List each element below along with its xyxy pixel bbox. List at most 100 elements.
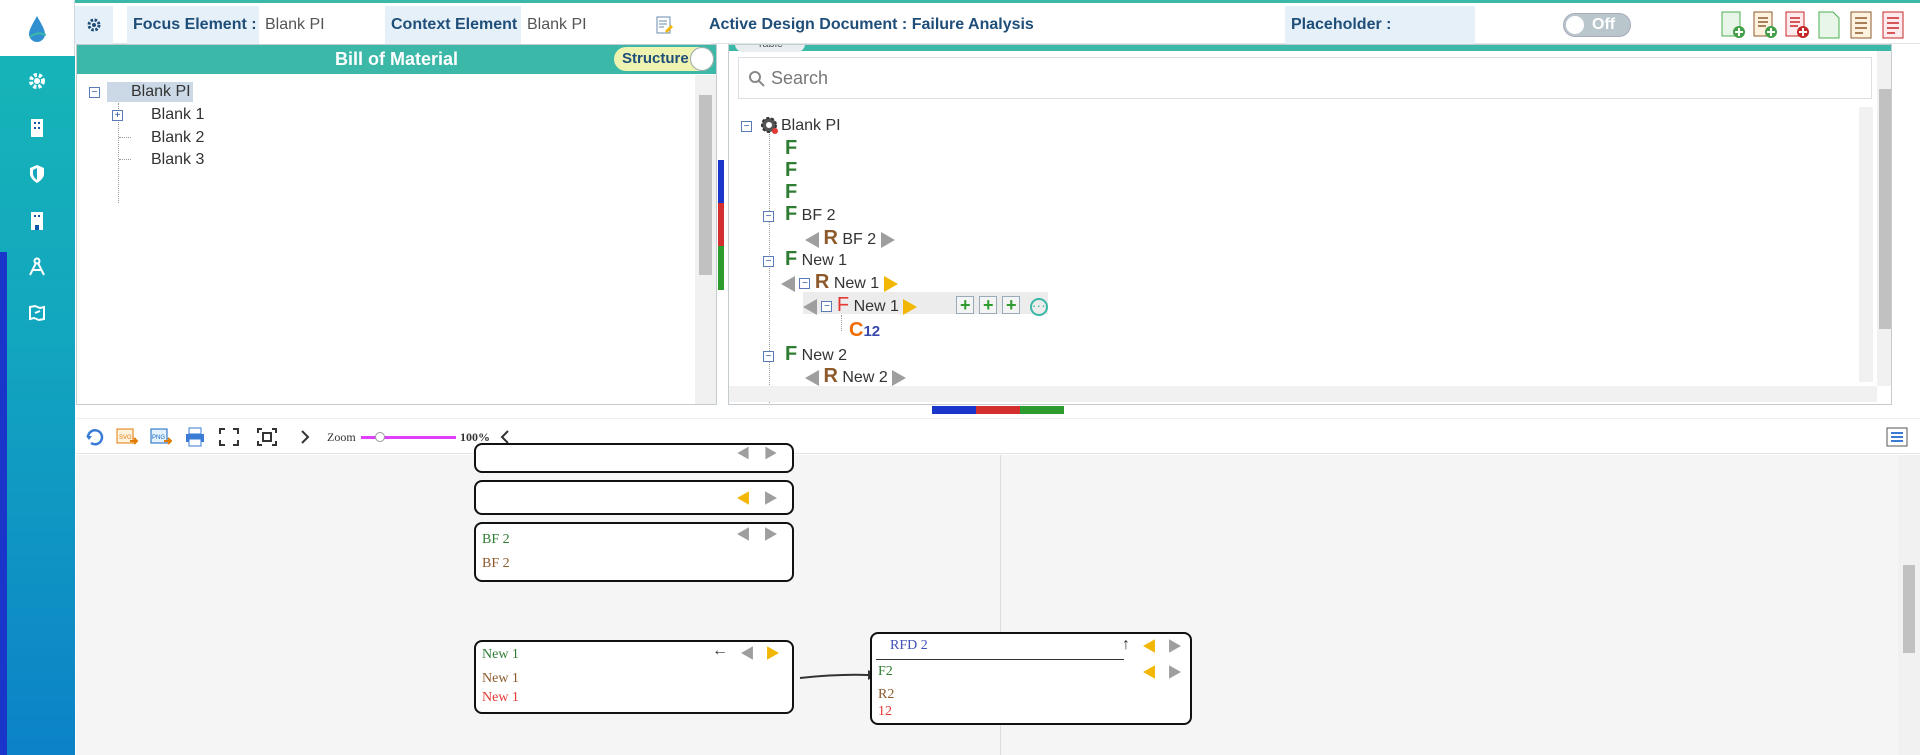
prev-arrow-icon[interactable]: [805, 231, 819, 248]
next-arrow-icon[interactable]: [892, 369, 907, 386]
fullscreen-icon[interactable]: [218, 427, 240, 447]
tree-scrollbar-thumb[interactable]: [1879, 89, 1891, 329]
requirement-row[interactable]: R New 2: [805, 365, 907, 388]
new1-collapse[interactable]: −: [763, 256, 774, 267]
checklist-icon[interactable]: [1848, 10, 1874, 40]
add-document-icon[interactable]: [1720, 10, 1746, 40]
bom-item[interactable]: Blank 3: [151, 151, 204, 169]
refresh-icon[interactable]: [84, 427, 106, 447]
placeholder-toggle[interactable]: Off: [1563, 13, 1631, 37]
next-arrow-icon[interactable]: [883, 275, 898, 292]
print-icon[interactable]: [184, 427, 206, 447]
function-node[interactable]: F: [785, 159, 797, 182]
bom-scrollbar[interactable]: [695, 75, 716, 404]
more-options-icon[interactable]: ···: [1029, 297, 1048, 316]
export-svg-icon[interactable]: SVG: [116, 427, 138, 447]
add-child-button[interactable]: +: [956, 296, 975, 314]
prev-arrow-icon[interactable]: [781, 275, 795, 292]
zoom-slider[interactable]: [361, 432, 456, 442]
export-png-icon[interactable]: PNG: [150, 427, 172, 447]
prev-arrow-icon[interactable]: [741, 646, 753, 660]
new1-r-collapse[interactable]: −: [799, 278, 811, 290]
gear-icon[interactable]: [24, 68, 50, 94]
new2-collapse[interactable]: −: [763, 351, 774, 362]
settings-button[interactable]: [75, 6, 113, 44]
add-list-icon[interactable]: [1752, 10, 1778, 40]
search-input[interactable]: Search: [738, 57, 1872, 99]
tree-hscrollbar[interactable]: [729, 386, 1877, 402]
function-row[interactable]: F New 1: [785, 248, 847, 271]
next-arrow-icon[interactable]: [1169, 665, 1181, 679]
requirement-row[interactable]: − R New 1: [781, 271, 898, 294]
requirement-row[interactable]: R BF 2: [805, 227, 895, 250]
cause-row[interactable]: C12: [849, 319, 880, 342]
zoom-slider-knob[interactable]: [375, 432, 385, 442]
failure-list-icon[interactable]: [1880, 10, 1906, 40]
diagram-card[interactable]: [474, 480, 794, 515]
next-arrow-icon[interactable]: [765, 527, 777, 541]
bf2-collapse[interactable]: −: [763, 211, 774, 222]
diagram-card[interactable]: New 1 New 1 New 1 ←: [474, 640, 794, 714]
add-cause-button[interactable]: +: [1002, 296, 1021, 314]
bom-scrollbar-thumb[interactable]: [699, 95, 712, 275]
function-row[interactable]: F BF 2: [785, 203, 835, 226]
cause-label: 12: [863, 323, 881, 340]
prev-arrow-icon[interactable]: [803, 298, 817, 315]
remove-list-icon[interactable]: [1784, 10, 1810, 40]
map-draw-icon[interactable]: [24, 300, 50, 326]
next-arrow-icon[interactable]: [765, 446, 777, 460]
next-arrow-icon[interactable]: [880, 231, 895, 248]
tree-outer-scrollbar[interactable]: [1877, 51, 1891, 386]
tree-inner-scrollbar[interactable]: [1859, 107, 1873, 382]
design-compass-icon[interactable]: [24, 254, 50, 280]
fit-view-icon[interactable]: [256, 427, 278, 447]
arrow-left-icon[interactable]: ←: [712, 642, 728, 660]
prev-arrow-icon[interactable]: [1143, 639, 1155, 653]
app-logo[interactable]: [0, 0, 75, 56]
next-arrow-icon[interactable]: [765, 491, 777, 505]
canvas-scrollbar[interactable]: [1898, 455, 1920, 755]
horizontal-splitter[interactable]: [932, 406, 1064, 414]
function-row[interactable]: F New 2: [785, 343, 847, 366]
structure-toggle[interactable]: Structure: [614, 47, 714, 71]
chevron-right-icon[interactable]: [294, 427, 316, 447]
next-arrow-icon[interactable]: [767, 646, 779, 660]
failure-row[interactable]: − F New 1 + + + ···: [803, 294, 1048, 317]
prev-arrow-icon[interactable]: [737, 491, 749, 505]
prev-arrow-icon[interactable]: [805, 369, 819, 386]
add-sibling-button[interactable]: +: [979, 296, 998, 314]
diagram-card[interactable]: [474, 443, 794, 473]
root-collapse[interactable]: −: [741, 121, 752, 132]
prev-arrow-icon[interactable]: [737, 446, 749, 460]
blank-document-icon[interactable]: [1816, 10, 1842, 40]
prev-arrow-icon[interactable]: [1143, 665, 1155, 679]
office-icon[interactable]: [24, 208, 50, 234]
bom-root-collapse[interactable]: −: [89, 87, 100, 98]
gear-component-icon: [761, 117, 778, 134]
panel-splitter[interactable]: [718, 160, 724, 290]
diagram-card[interactable]: RFD 2 ↑ F2 R2 12: [870, 632, 1192, 725]
canvas-scrollbar-thumb[interactable]: [1903, 565, 1915, 653]
prev-arrow-icon[interactable]: [737, 527, 749, 541]
diagram-card[interactable]: BF 2 BF 2: [474, 522, 794, 582]
legend-icon[interactable]: [1886, 427, 1908, 447]
bom-root-node[interactable]: Blank PI: [107, 82, 193, 102]
function-node[interactable]: F: [785, 137, 797, 160]
bom-item[interactable]: Blank 1: [151, 106, 204, 124]
building-icon[interactable]: [24, 115, 50, 141]
bill-of-material-panel: Bill of Material Structure − Blank PI + …: [76, 44, 717, 405]
document-edit-icon[interactable]: [649, 6, 679, 44]
failure-collapse[interactable]: −: [821, 301, 833, 313]
table-tab-partial[interactable]: Table: [735, 45, 805, 52]
context-element-value[interactable]: Blank PI: [521, 6, 711, 44]
bom-item-expand[interactable]: +: [112, 110, 123, 121]
failure-label: New 1: [853, 298, 899, 315]
function-node[interactable]: F: [785, 181, 797, 204]
next-arrow-icon[interactable]: [1169, 639, 1181, 653]
diagram-canvas[interactable]: BF 2 BF 2 New 1 New 1 New 1 ← RFD 2 ↑ F2…: [76, 443, 1920, 755]
tree-root[interactable]: Blank PI: [781, 117, 841, 135]
arrow-up-icon[interactable]: ↑: [1122, 636, 1130, 654]
next-arrow-icon[interactable]: [903, 298, 918, 315]
bom-item[interactable]: Blank 2: [151, 129, 204, 147]
shield-icon[interactable]: [24, 161, 50, 187]
